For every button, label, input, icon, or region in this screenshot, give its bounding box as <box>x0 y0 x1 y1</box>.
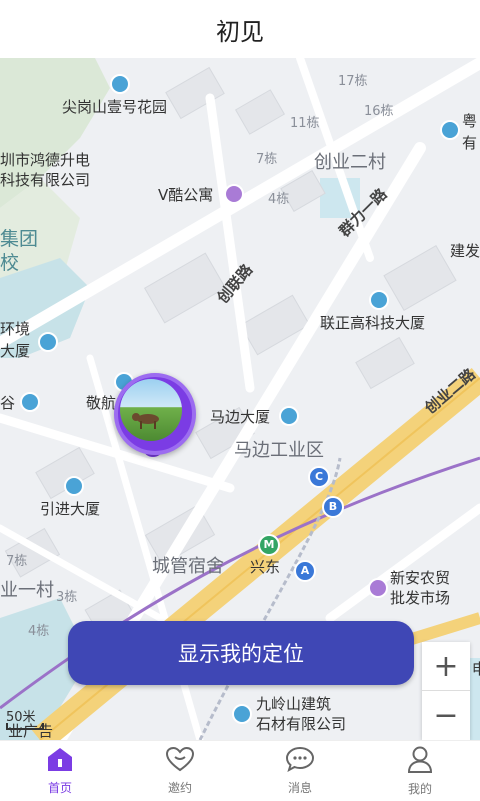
zoom-out-button[interactable]: − <box>422 691 470 739</box>
poi-marker[interactable] <box>38 332 58 352</box>
poi-marker[interactable] <box>110 74 130 94</box>
edge-label: 建发 <box>450 242 480 260</box>
tab-messages[interactable]: 消息 <box>240 741 360 801</box>
metro-exit-a[interactable]: A <box>294 560 316 582</box>
building-label: 7栋 <box>256 152 278 167</box>
poi-label[interactable]: 马边大厦 <box>210 406 270 427</box>
building-label: 4栋 <box>268 192 290 207</box>
poi-marker[interactable] <box>368 578 388 598</box>
page-title: 初见 <box>216 17 264 46</box>
building-label: 7栋 <box>6 554 28 569</box>
tab-invite[interactable]: 邀约 <box>120 741 240 801</box>
tab-label: 我的 <box>407 782 432 796</box>
tab-home[interactable]: 首页 <box>0 741 120 801</box>
poi-marker[interactable] <box>369 290 389 310</box>
district-label: 马边工业区 <box>234 440 324 461</box>
zoom-in-button[interactable]: + <box>422 642 470 690</box>
edge-label: 环境 <box>0 320 31 338</box>
building-label: 17栋 <box>338 74 368 89</box>
poi-label[interactable]: V酷公寓 <box>158 184 213 205</box>
metro-exit-b[interactable]: B <box>322 496 344 518</box>
district-label: 城管宿舍 <box>152 556 224 577</box>
heart-icon <box>165 746 195 776</box>
tab-label: 邀约 <box>167 781 192 795</box>
edge-label: 申 <box>472 660 480 678</box>
zoom-controls: + − <box>422 642 470 740</box>
poi-label[interactable]: 九岭山建筑 石材有限公司 <box>256 694 346 734</box>
poi-marker[interactable] <box>224 184 244 204</box>
chat-icon <box>285 746 315 776</box>
edge-label: 集团 <box>0 228 39 250</box>
district-label: 业一村 <box>0 580 54 601</box>
car-poi-marker[interactable] <box>440 120 460 140</box>
tab-label: 消息 <box>287 781 312 795</box>
building-label: 3栋 <box>56 590 78 605</box>
building-label: 16栋 <box>364 104 394 119</box>
building-label: 4栋 <box>28 624 50 639</box>
poi-label[interactable]: 敬航 <box>86 392 116 413</box>
user-avatar <box>120 379 182 441</box>
edge-label: 谷 <box>0 394 16 412</box>
poi-label[interactable]: 引进大厦 <box>40 498 100 519</box>
metro-station-icon[interactable]: M <box>258 534 280 556</box>
company-label[interactable]: 圳市鸿德升电 科技有限公司 <box>0 150 90 190</box>
edge-label: 大厦 <box>0 342 31 360</box>
poi-marker[interactable] <box>279 406 299 426</box>
poi-label[interactable]: 联正高科技大厦 <box>320 312 425 333</box>
metro-exit-c[interactable]: C <box>308 466 330 488</box>
poi-marker[interactable] <box>232 704 252 724</box>
app-header: 初见 <box>0 0 480 58</box>
tab-label: 首页 <box>47 781 72 795</box>
scale-bar <box>6 723 44 730</box>
user-location-marker[interactable] <box>114 373 196 457</box>
edge-label: 粤 <box>462 112 478 130</box>
user-icon <box>406 745 434 777</box>
station-label[interactable]: 兴东 <box>250 556 280 577</box>
edge-label: 校 <box>0 252 20 274</box>
bottom-tab-bar: 首页 邀约 消息 我的 <box>0 740 480 801</box>
tab-profile[interactable]: 我的 <box>360 741 480 801</box>
edge-label: 有 <box>462 134 478 152</box>
district-label: 创业二村 <box>314 152 386 173</box>
show-my-location-button[interactable]: 显示我的定位 <box>68 621 414 685</box>
poi-marker[interactable] <box>20 392 40 412</box>
poi-label[interactable]: 新安农贸 批发市场 <box>390 568 450 608</box>
poi-marker[interactable] <box>64 476 84 496</box>
poi-label[interactable]: 尖岗山壹号花园 <box>62 96 167 117</box>
home-icon <box>46 746 74 776</box>
building-label: 11栋 <box>290 116 320 131</box>
